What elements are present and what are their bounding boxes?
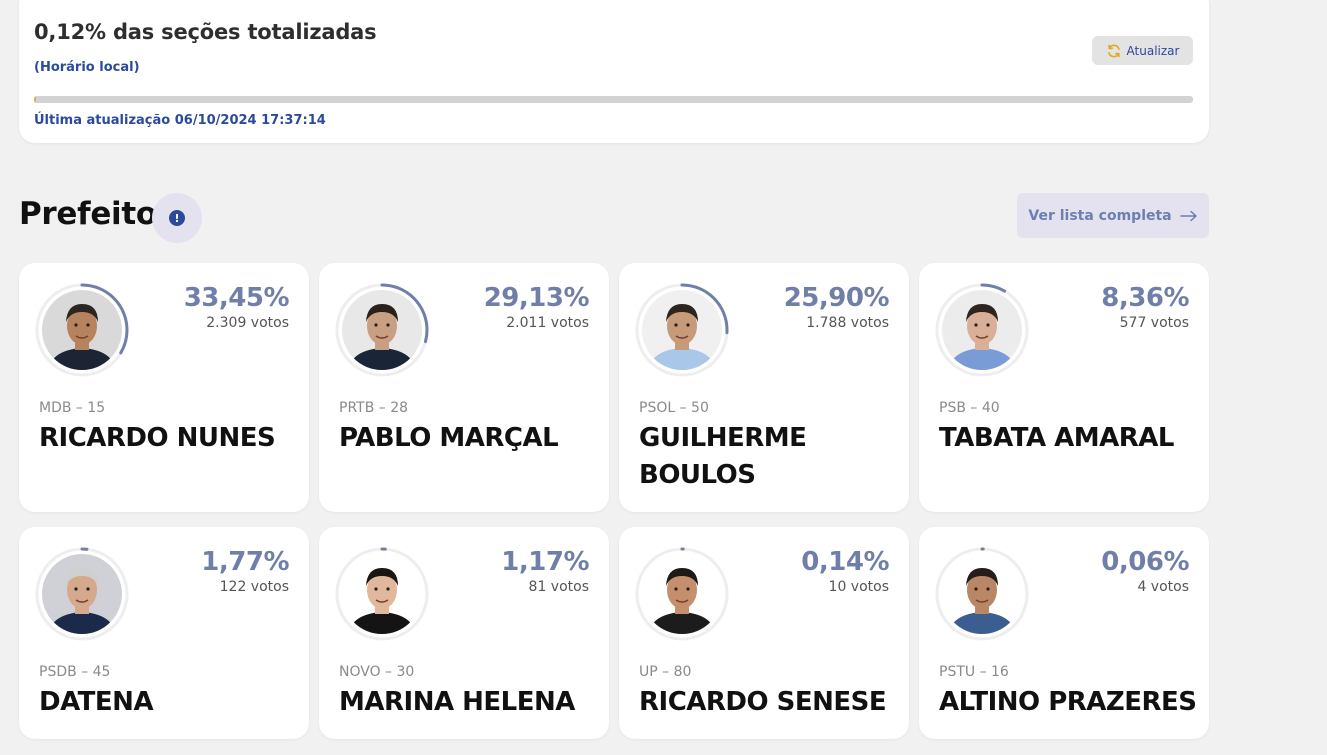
- candidate-card[interactable]: 25,90% 1.788 votos PSOL – 50 GUILHERME BOUL…: [619, 263, 909, 512]
- party-number: MDB – 15: [39, 400, 106, 416]
- party-number: PSB – 40: [939, 400, 1000, 416]
- vote-count: 2.011 votos: [506, 315, 589, 331]
- party-number: PSTU – 16: [939, 664, 1009, 680]
- info-button[interactable]: !: [152, 193, 202, 243]
- candidate-name: TABATA AMARAL: [939, 423, 1174, 453]
- vote-count: 577 votos: [1119, 315, 1189, 331]
- full-list-label: Ver lista completa: [1028, 207, 1172, 224]
- candidate-card[interactable]: 29,13% 2.011 votos PRTB – 28 PABLO MARÇAL: [319, 263, 609, 512]
- vote-percent: 25,90%: [783, 283, 890, 313]
- vote-count: 81 votos: [528, 579, 589, 595]
- totalization-status-card: 0,12% das seções totalizadas (Horário lo…: [19, 0, 1209, 143]
- vote-count: 122 votos: [219, 579, 289, 595]
- vote-percent: 8,36%: [1101, 283, 1189, 313]
- party-number: PSOL – 50: [639, 400, 709, 416]
- vote-percent: 0,06%: [1101, 547, 1189, 577]
- vote-count: 4 votos: [1137, 579, 1189, 595]
- vote-count: 10 votos: [828, 579, 889, 595]
- section-title: Prefeito: [19, 196, 157, 232]
- party-number: NOVO – 30: [339, 664, 415, 680]
- candidate-photo: [642, 554, 722, 634]
- candidate-name: PABLO MARÇAL: [339, 423, 559, 453]
- totalization-progress-fill: [34, 96, 36, 103]
- candidate-name: ALTINO PRAZERES: [939, 687, 1197, 717]
- party-number: UP – 80: [639, 664, 692, 680]
- candidate-name: MARINA HELENA: [339, 687, 575, 717]
- candidate-card[interactable]: 0,06% 4 votos PSTU – 16 ALTINO PRAZERES: [919, 527, 1209, 739]
- totalization-title: 0,12% das seções totalizadas: [34, 20, 377, 44]
- candidate-photo: [942, 290, 1022, 370]
- vote-percent: 0,14%: [801, 547, 889, 577]
- party-number: PSDB – 45: [39, 664, 111, 680]
- party-number: PRTB – 28: [339, 400, 409, 416]
- candidate-name: DATENA: [39, 687, 154, 717]
- candidate-card[interactable]: 0,14% 10 votos UP – 80 RICARDO SENESE: [619, 527, 909, 739]
- last-update-text: Última atualização 06/10/2024 17:37:14: [34, 113, 326, 128]
- local-time-note: (Horário local): [34, 60, 140, 75]
- candidate-photo: [642, 290, 722, 370]
- candidate-card[interactable]: 1,17% 81 votos NOVO – 30 MARINA HELENA: [319, 527, 609, 739]
- candidate-card[interactable]: 1,77% 122 votos PSDB – 45 DATENA: [19, 527, 309, 739]
- vote-count: 1.788 votos: [806, 315, 889, 331]
- refresh-icon: [1106, 43, 1122, 59]
- candidate-name: RICARDO SENESE: [639, 687, 887, 717]
- candidate-name: RICARDO NUNES: [39, 423, 276, 453]
- arrow-right-icon: [1179, 210, 1198, 222]
- refresh-button[interactable]: Atualizar: [1092, 36, 1193, 65]
- vote-percent: 1,17%: [501, 547, 589, 577]
- vote-percent: 33,45%: [183, 283, 290, 313]
- candidate-photo: [42, 554, 122, 634]
- candidate-photo: [942, 554, 1022, 634]
- candidate-name: GUILHERME BOULOS: [639, 423, 807, 490]
- info-icon: !: [169, 210, 185, 226]
- vote-count: 2.309 votos: [206, 315, 289, 331]
- candidate-photo: [342, 554, 422, 634]
- candidate-photo: [342, 290, 422, 370]
- totalization-progress-bar: [34, 96, 1193, 103]
- vote-percent: 29,13%: [483, 283, 590, 313]
- candidate-card[interactable]: 33,45% 2.309 votos MDB – 15 RICARDO NUNES: [19, 263, 309, 512]
- candidate-card[interactable]: 8,36% 577 votos PSB – 40 TABATA AMARAL: [919, 263, 1209, 512]
- full-list-button[interactable]: Ver lista completa: [1017, 193, 1209, 238]
- refresh-label: Atualizar: [1126, 43, 1180, 58]
- vote-percent: 1,77%: [201, 547, 289, 577]
- candidate-photo: [42, 290, 122, 370]
